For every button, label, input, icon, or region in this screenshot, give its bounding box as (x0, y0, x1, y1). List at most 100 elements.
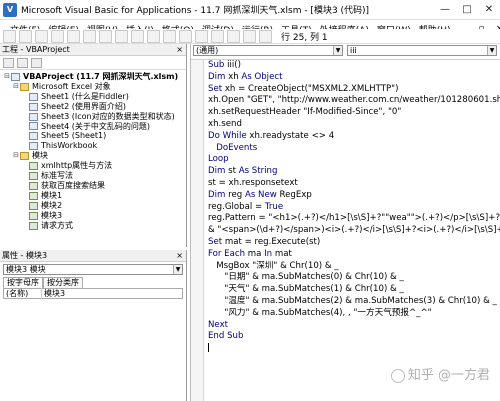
reset-icon[interactable] (179, 29, 192, 43)
code-text[interactable]: Sub iii() Dim xh As Object Set xh = Create… (208, 60, 500, 355)
code-line[interactable]: MsgBox "深圳" & Chr(10) & _ (208, 261, 500, 273)
code-line[interactable]: reg.Pattern = "<h1>(.+?)</h1>[\s\S]+?""w… (208, 213, 500, 225)
chevron-down-icon[interactable]: ▼ (333, 46, 342, 55)
tab-alphabetic[interactable]: 按字母序 (3, 277, 43, 288)
insert-module-icon[interactable] (19, 29, 32, 43)
undo-icon[interactable] (115, 29, 128, 43)
toggle-folders-icon[interactable] (31, 57, 42, 68)
tree-item-label: Sheet2 (使用界面介绍) (41, 101, 127, 111)
code-editor[interactable]: Sub iii() Dim xh As Object Set xh = Create… (191, 59, 500, 401)
sheet-icon (29, 142, 38, 151)
tree-item-label: 模块1 (41, 190, 63, 200)
code-line[interactable]: Dim st As String (208, 166, 500, 178)
code-line-current[interactable] (208, 343, 500, 355)
minimize-button[interactable]: — (434, 0, 456, 20)
collapse-toggle-icon[interactable]: ⊟ (3, 72, 11, 82)
view-code-icon[interactable] (3, 57, 14, 68)
code-keyword: End Sub (208, 331, 244, 342)
code-line[interactable]: & "<span>(\d+?)</span>)<i>(.+?)</i>[\s\S… (208, 225, 500, 237)
run-icon[interactable] (147, 29, 160, 43)
code-line[interactable]: For Each ma In mat (208, 249, 500, 261)
tree-item[interactable]: Sheet1 (什么是Fiddler) (3, 92, 186, 102)
copy-icon[interactable] (67, 29, 80, 43)
module-icon (29, 162, 38, 171)
code-line[interactable]: Set mat = reg.Execute(st) (208, 237, 500, 249)
cut-icon[interactable] (51, 29, 64, 43)
code-line[interactable]: xh.setRequestHeader "If-Modified-Since",… (208, 107, 500, 119)
zhihu-badge-icon (390, 368, 405, 383)
find-icon[interactable] (99, 29, 112, 43)
code-line[interactable]: Sub iii() (208, 60, 500, 72)
code-line[interactable]: reg.Global = True (208, 202, 500, 214)
collapse-toggle-icon[interactable]: ⊟ (12, 82, 20, 92)
property-row-name[interactable]: (名称) 模块3 (3, 288, 183, 299)
maximize-button[interactable]: □ (456, 0, 478, 20)
tree-item[interactable]: Sheet3 (Icon对应的数据类型和状态) (3, 112, 186, 122)
object-select-value: 模块3 模块 (6, 265, 46, 274)
code-token: "天气" & ma.SubMatches(1) & Chr(10) & _ (224, 284, 404, 295)
chevron-down-icon[interactable]: ▼ (487, 46, 496, 55)
code-line[interactable]: Set xh = CreateObject("MSXML2.XMLHTTP") (208, 84, 500, 96)
code-token: xh (228, 71, 242, 82)
save-icon[interactable] (35, 29, 48, 43)
code-window: (通用) ▼ iii ▼ Sub iii() Dim xh As Object Se… (190, 44, 500, 401)
object-select[interactable]: 模块3 模块 ▼ (3, 264, 183, 275)
object-browser-icon[interactable] (243, 29, 256, 43)
project-pane-close-button[interactable]: × (176, 45, 183, 54)
tree-item[interactable]: 模块2 (3, 201, 186, 211)
code-line[interactable]: End Sub (208, 331, 500, 343)
tree-item[interactable]: ⊟ 模块 (3, 151, 186, 161)
code-line[interactable]: xh.Open "GET", "http://www.weather.com.c… (208, 95, 500, 107)
module-icon (29, 211, 38, 220)
project-explorer-icon[interactable] (211, 29, 224, 43)
code-line[interactable]: DoEvents (208, 143, 500, 155)
code-line[interactable]: st = xh.responsetext (208, 178, 500, 190)
tree-item[interactable]: xmlhttp属性与方法 (3, 161, 186, 171)
tree-item[interactable]: 请求方式 (3, 221, 186, 231)
tree-item[interactable]: Sheet4 (关于中文乱码的问题) (3, 122, 186, 132)
properties-pane-close-button[interactable]: × (176, 251, 183, 260)
code-line[interactable]: "风力" & ma.SubMatches(4), , "一方天气预报^_^" (208, 308, 500, 320)
tree-item-label: Sheet4 (关于中文乱码的问题) (41, 121, 151, 131)
tree-item[interactable]: 模块3 (3, 211, 186, 221)
properties-icon[interactable] (227, 29, 240, 43)
sheet-icon (29, 92, 38, 101)
code-line[interactable]: Do While xh.readystate <> 4 (208, 131, 500, 143)
chevron-down-icon[interactable]: ▼ (173, 265, 182, 274)
procedure-combo[interactable]: iii ▼ (347, 45, 497, 56)
code-line[interactable]: Next (208, 320, 500, 332)
tree-item[interactable]: ⊟ VBAProject (11.7 网抓深圳天气.xlsm) (3, 72, 186, 82)
project-pane-title: 工程 - VBAProject (2, 45, 70, 54)
property-value[interactable]: 模块3 (42, 288, 65, 299)
margin-indicator-bar[interactable] (191, 60, 204, 401)
tree-item[interactable]: Sheet5 (Sheet1) (3, 131, 186, 141)
code-line[interactable]: Dim xh As Object (208, 72, 500, 84)
tree-item-label: 模块 (32, 151, 48, 161)
view-object-icon[interactable] (17, 57, 28, 68)
code-line[interactable]: "日期" & ma.SubMatches(0) & Chr(10) & _ (208, 272, 500, 284)
code-token: "风力" & ma.SubMatches(4), , "一方天气预报^_^" (224, 307, 432, 318)
collapse-toggle-icon[interactable]: ⊟ (12, 151, 20, 161)
paste-icon[interactable] (83, 29, 96, 43)
code-line[interactable]: "温度" & ma.SubMatches(2) & ma.SubMatches(… (208, 296, 500, 308)
tree-item[interactable]: 标准写法 (3, 171, 186, 181)
code-line[interactable]: "天气" & ma.SubMatches(1) & Chr(10) & _ (208, 284, 500, 296)
code-line[interactable]: xh.send (208, 119, 500, 131)
close-button[interactable]: ✕ (478, 0, 500, 20)
tree-item-label: VBAProject (11.7 网抓深圳天气.xlsm) (23, 72, 179, 81)
tree-item[interactable]: 模块1 (3, 191, 186, 201)
tab-categorized[interactable]: 按分类序 (43, 277, 83, 288)
tree-item[interactable]: 获取百度搜索结果 (3, 181, 186, 191)
object-combo[interactable]: (通用) ▼ (193, 45, 343, 56)
tree-item-label: Sheet5 (Sheet1) (41, 131, 107, 141)
redo-icon[interactable] (131, 29, 144, 43)
break-icon[interactable] (163, 29, 176, 43)
tree-item[interactable]: ⊟ Microsoft Excel 对象 (3, 82, 186, 92)
tree-item[interactable]: Sheet2 (使用界面介绍) (3, 102, 186, 112)
excel-view-icon[interactable] (3, 29, 16, 43)
toolbox-icon[interactable] (259, 29, 272, 43)
code-line[interactable]: Loop (208, 154, 500, 166)
design-mode-icon[interactable] (195, 29, 208, 43)
tree-item[interactable]: ThisWorkbook (3, 141, 186, 151)
code-line[interactable]: Dim reg As New RegExp (208, 190, 500, 202)
